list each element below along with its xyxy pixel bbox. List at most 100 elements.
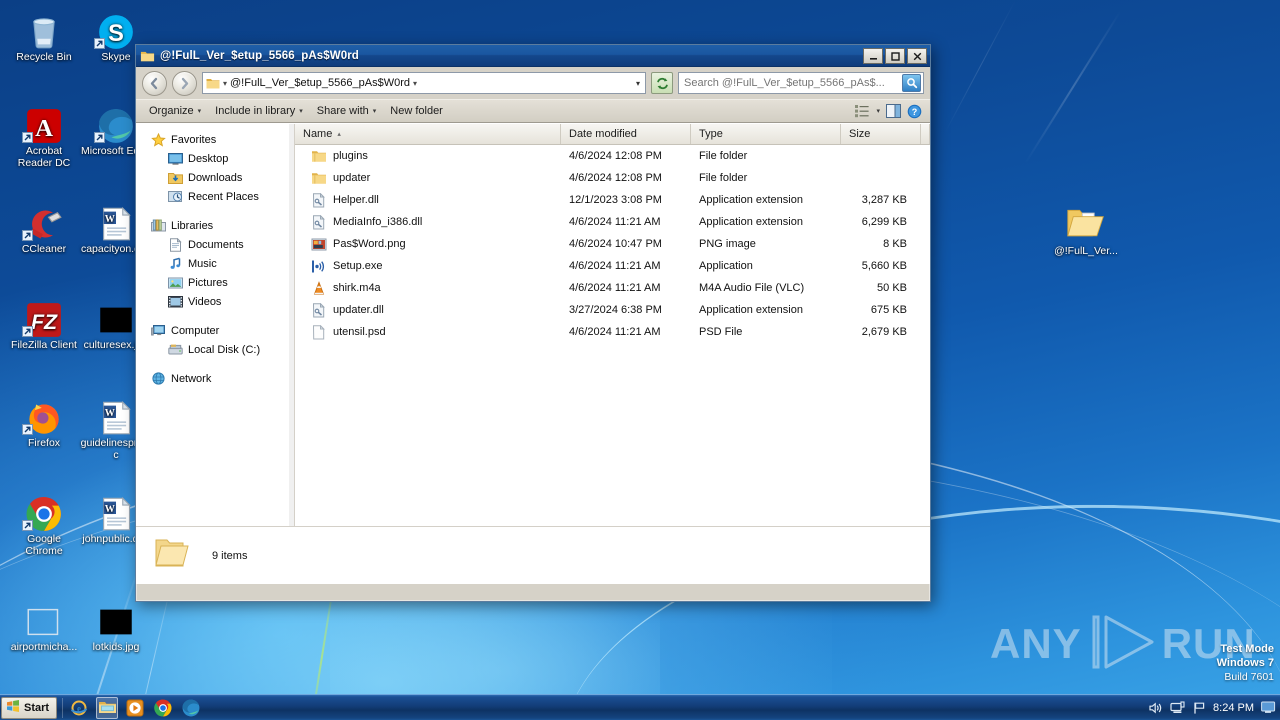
desktop-icon[interactable]: Google Chrome xyxy=(8,488,80,557)
desktop-icon[interactable]: FZ FileZilla Client xyxy=(8,294,80,352)
sidebar-item-documents[interactable]: Documents xyxy=(136,235,294,254)
column-header-row[interactable]: Name ▴ Date modified Type Size xyxy=(295,124,930,145)
table-row[interactable]: MediaInfo_i386.dll 4/6/2024 11:21 AM App… xyxy=(295,211,930,233)
shortcut-arrow-icon xyxy=(94,132,105,143)
volume-icon[interactable] xyxy=(1148,701,1163,715)
taskbar-windows-explorer-icon[interactable] xyxy=(96,696,119,719)
action-center-icon[interactable] xyxy=(1192,701,1206,715)
breadcrumb[interactable]: @!FulL_Ver_$etup_5566_pAs$W0rd xyxy=(230,77,410,89)
maximize-button[interactable] xyxy=(885,48,905,64)
table-row[interactable]: updater.dll 3/27/2024 6:38 PM Applicatio… xyxy=(295,299,930,321)
window-controls[interactable] xyxy=(863,48,927,64)
taskbar-pinned-items[interactable]: e xyxy=(68,696,202,719)
taskbar-microsoft-edge-icon[interactable] xyxy=(180,697,202,719)
table-row[interactable]: Pas$Word.png 4/6/2024 10:47 PM PNG image… xyxy=(295,233,930,255)
sidebar-item-libraries[interactable]: Libraries xyxy=(136,216,294,235)
desktop-icon[interactable]: A Acrobat Reader DC xyxy=(8,100,80,169)
toolbar-item-include-in-library[interactable]: Include in library ▾ xyxy=(208,102,310,120)
search-input[interactable] xyxy=(684,77,899,89)
table-row[interactable]: plugins 4/6/2024 12:08 PM File folder xyxy=(295,145,930,167)
desktop-icon[interactable]: Firefox xyxy=(8,392,80,450)
desktop-icon-label: Acrobat Reader DC xyxy=(17,145,71,169)
taskbar-internet-explorer-icon[interactable]: e xyxy=(68,697,90,719)
toolbar-item-new-folder[interactable]: New folder xyxy=(383,102,450,120)
file-name-cell[interactable]: Pas$Word.png xyxy=(295,236,561,252)
search-box[interactable] xyxy=(678,72,924,94)
sidebar-group-label: Network xyxy=(171,372,212,385)
file-name: shirk.m4a xyxy=(333,282,381,294)
desktop-icon[interactable]: airportmicha... xyxy=(8,596,80,654)
address-dropdown-icon[interactable]: ▾ xyxy=(636,79,642,88)
navigation-pane[interactable]: Favorites Desktop Downloads Recent Place… xyxy=(136,124,295,526)
clock[interactable]: 8:24 PM xyxy=(1213,702,1254,714)
start-button[interactable]: Start xyxy=(1,696,58,719)
explorer-window[interactable]: @!FulL_Ver_$etup_5566_pAs$W0rd ▾ @!FulL_ xyxy=(135,44,931,602)
toolbar-item-organize[interactable]: Organize ▾ xyxy=(142,102,208,120)
file-name-cell[interactable]: MediaInfo_i386.dll xyxy=(295,214,561,230)
close-button[interactable] xyxy=(907,48,927,64)
breadcrumb-separator[interactable]: ▾ xyxy=(413,79,417,88)
sidebar-item-local-disk-c[interactable]: Local Disk (C:) xyxy=(136,340,294,359)
column-header-size[interactable]: Size xyxy=(841,124,921,144)
sidebar-item-videos[interactable]: Videos xyxy=(136,292,294,311)
minimize-button[interactable] xyxy=(863,48,883,64)
file-name-cell[interactable]: updater.dll xyxy=(295,302,561,318)
table-row[interactable]: utensil.psd 4/6/2024 11:21 AM PSD File 2… xyxy=(295,321,930,343)
sidebar-item-favorites[interactable]: Favorites xyxy=(136,130,294,149)
system-tray[interactable]: 8:24 PM xyxy=(1148,700,1280,715)
file-list-pane[interactable]: Name ▴ Date modified Type Size plugins 4/6/2… xyxy=(295,124,930,526)
desktop-icon[interactable]: lotkids.jpg xyxy=(80,596,152,654)
table-row[interactable]: shirk.m4a 4/6/2024 11:21 AM M4A Audio Fi… xyxy=(295,277,930,299)
desktop-icon[interactable]: Recycle Bin xyxy=(8,6,80,64)
column-header-date[interactable]: Date modified xyxy=(561,124,691,144)
column-header-type[interactable]: Type xyxy=(691,124,841,144)
desktop-icon[interactable]: CCleaner xyxy=(8,198,80,256)
sidebar-item-recent-places[interactable]: Recent Places xyxy=(136,187,294,206)
refresh-button[interactable] xyxy=(651,72,673,94)
toolbar-item-share-with[interactable]: Share with ▾ xyxy=(310,102,384,120)
preview-pane-icon[interactable] xyxy=(886,104,901,118)
file-name: plugins xyxy=(333,150,368,162)
column-header-name[interactable]: Name ▴ xyxy=(295,124,561,144)
toolbar-right-group[interactable]: ▾ ? xyxy=(855,104,924,119)
sidebar-item-pictures[interactable]: Pictures xyxy=(136,273,294,292)
sidebar-item-desktop[interactable]: Desktop xyxy=(136,149,294,168)
sidebar-item-network[interactable]: Network xyxy=(136,369,294,388)
view-dropdown-caret[interactable]: ▾ xyxy=(876,107,880,115)
file-name-cell[interactable]: Setup.exe xyxy=(295,258,561,274)
taskbar-media-player-icon[interactable] xyxy=(124,697,146,719)
dll-icon xyxy=(311,192,327,208)
file-name-cell[interactable]: plugins xyxy=(295,148,561,164)
sidebar-item-computer[interactable]: Computer xyxy=(136,321,294,340)
sidebar-item-downloads[interactable]: Downloads xyxy=(136,168,294,187)
file-name-cell[interactable]: Helper.dll xyxy=(295,192,561,208)
show-desktop-button[interactable] xyxy=(1261,701,1276,714)
taskbar-google-chrome-icon[interactable] xyxy=(152,697,174,719)
search-icon[interactable] xyxy=(902,74,921,92)
taskbar[interactable]: Start e 8:24 PM xyxy=(0,694,1280,720)
command-toolbar[interactable]: Organize ▾ Include in library ▾ Share with ▾ N… xyxy=(136,99,930,123)
change-view-icon[interactable] xyxy=(855,104,870,118)
help-icon[interactable]: ? xyxy=(907,104,922,119)
firefox-icon xyxy=(8,392,80,436)
forward-button[interactable] xyxy=(172,70,197,96)
folder-icon xyxy=(311,148,327,164)
table-row[interactable]: Helper.dll 12/1/2023 3:08 PM Application… xyxy=(295,189,930,211)
file-list[interactable]: plugins 4/6/2024 12:08 PM File folder up… xyxy=(295,145,930,526)
sidebar-scrollbar[interactable] xyxy=(289,124,294,526)
table-row[interactable]: Setup.exe 4/6/2024 11:21 AM Application … xyxy=(295,255,930,277)
status-item-count: 9 items xyxy=(212,549,248,562)
navigation-bar[interactable]: ▾ @!FulL_Ver_$etup_5566_pAs$W0rd ▾ ▾ xyxy=(136,67,930,99)
table-row[interactable]: updater 4/6/2024 12:08 PM File folder xyxy=(295,167,930,189)
file-name-cell[interactable]: updater xyxy=(295,170,561,186)
network-tray-icon[interactable] xyxy=(1170,700,1185,715)
sidebar-item-music[interactable]: Music xyxy=(136,254,294,273)
address-bar[interactable]: ▾ @!FulL_Ver_$etup_5566_pAs$W0rd ▾ ▾ xyxy=(202,72,646,94)
desktop-icon[interactable]: @!FulL_Ver... xyxy=(1050,200,1122,258)
sidebar-group: Libraries Documents Music Pictures Video… xyxy=(136,216,294,311)
back-button[interactable] xyxy=(142,70,167,96)
file-type-cell: File folder xyxy=(699,172,748,184)
file-name-cell[interactable]: utensil.psd xyxy=(295,324,561,340)
file-name-cell[interactable]: shirk.m4a xyxy=(295,280,561,296)
window-title-bar[interactable]: @!FulL_Ver_$etup_5566_pAs$W0rd xyxy=(136,45,930,67)
